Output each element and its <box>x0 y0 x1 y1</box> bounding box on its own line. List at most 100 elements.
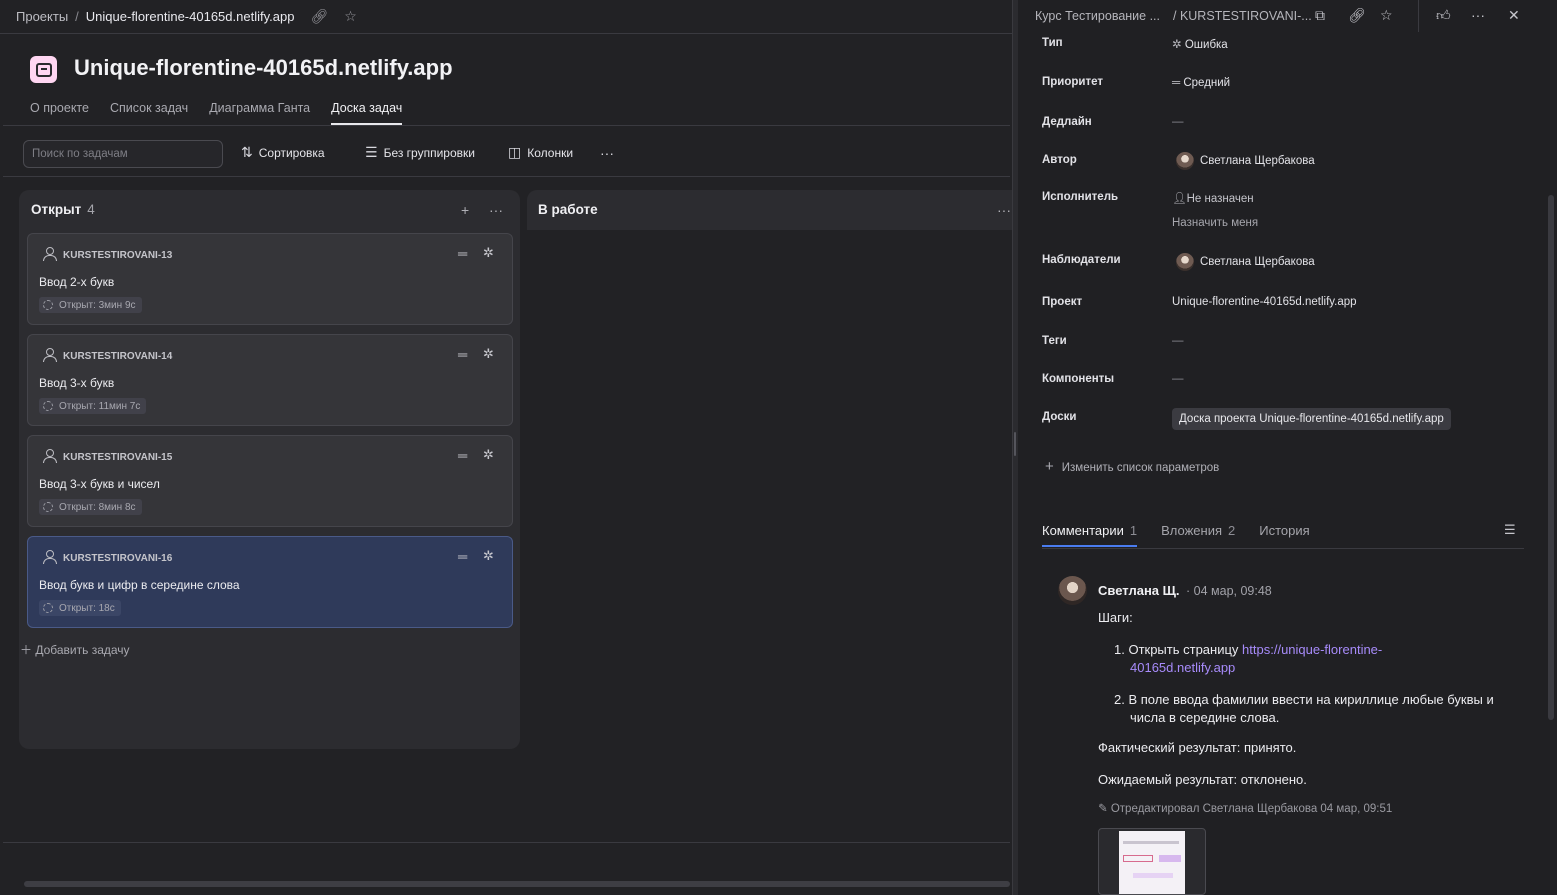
project-board-pane: Проекты / Unique-florentine-40165d.netli… <box>0 0 1012 895</box>
tab-history-label: История <box>1259 523 1310 538</box>
assign-me-link[interactable]: Назначить меня <box>1172 217 1258 229</box>
prop-project-value[interactable]: Unique-florentine-40165d.netlify.app <box>1172 296 1357 308</box>
prop-followers-value[interactable]: Светлана Щербакова <box>1176 253 1315 271</box>
tab-attachments[interactable]: Вложения 2 <box>1161 523 1235 547</box>
task-title: Ввод 3-х букв <box>39 376 115 390</box>
divider <box>1418 0 1419 32</box>
prop-components-value[interactable]: — <box>1172 373 1184 385</box>
task-card[interactable]: KURSTESTIROVANI-13 ═ ✲ Ввод 2-х букв Отк… <box>27 233 513 325</box>
step1-link-part-b: 40165d.netlify.app <box>1130 660 1236 675</box>
task-card-selected[interactable]: KURSTESTIROVANI-16 ═ ✲ Ввод букв и цифр … <box>27 536 513 628</box>
close-icon[interactable]: ✕ <box>1508 7 1520 24</box>
tab-comments-count: 1 <box>1129 523 1138 538</box>
prop-author-value[interactable]: Светлана Щербакова <box>1176 152 1315 170</box>
vertical-scrollbar[interactable] <box>1548 195 1554 720</box>
resize-grip[interactable] <box>1014 432 1016 456</box>
task-key[interactable]: KURSTESTIROVANI-16 <box>63 553 172 564</box>
tab-board[interactable]: Доска задач <box>331 101 403 125</box>
star-icon[interactable]: ☆ <box>344 8 357 25</box>
status-open-icon <box>43 300 53 310</box>
project-tabs: О проекте Список задач Диаграмма Ганта Д… <box>30 101 403 125</box>
prop-priority-value[interactable]: ═ Средний <box>1172 77 1230 89</box>
issue-panel: Курс Тестирование ... / KURSTESTIROVANI-… <box>1018 0 1557 895</box>
task-title: Ввод 3-х букв и чисел <box>39 477 160 491</box>
add-task-label: Добавить задачу <box>35 643 130 657</box>
priority-medium-icon: ═ <box>458 347 468 362</box>
more-icon[interactable]: ··· <box>489 202 503 218</box>
add-task-button[interactable]: ＋ Добавить задачу <box>20 641 130 658</box>
status-badge: Открыт: 11мин 7с <box>39 398 147 414</box>
horizontal-scrollbar[interactable] <box>24 881 1010 887</box>
sort-icon: ⇅ <box>241 144 253 160</box>
task-key[interactable]: KURSTESTIROVANI-15 <box>63 452 172 463</box>
tab-about[interactable]: О проекте <box>30 101 89 125</box>
user-icon <box>42 348 57 362</box>
avatar <box>1176 253 1194 271</box>
issue-tabs: Комментарии 1 Вложения 2 История <box>1042 523 1310 547</box>
status-badge: Открыт: 3мин 9с <box>39 297 142 313</box>
more-button[interactable]: ··· <box>600 145 614 161</box>
thumbs-up-icon[interactable]: 👍︎ <box>1436 7 1451 24</box>
task-key[interactable]: KURSTESTIROVANI-13 <box>63 250 172 261</box>
sort-order-icon[interactable]: ☰ <box>1504 522 1516 538</box>
sort-button[interactable]: ⇅ Сортировка <box>241 144 325 161</box>
prop-assignee-value[interactable]: 👤︎Не назначен <box>1172 191 1254 205</box>
tab-gantt[interactable]: Диаграмма Ганта <box>209 101 310 125</box>
column-title: Открыт 4 <box>31 202 95 217</box>
prop-author-label: Автор <box>1042 154 1077 166</box>
columns-button[interactable]: ◫ Колонки <box>508 144 573 161</box>
prop-deadline-value[interactable]: — <box>1172 116 1184 128</box>
grouping-button[interactable]: ☰ Без группировки <box>365 144 475 161</box>
divider <box>3 176 1010 177</box>
task-card[interactable]: KURSTESTIROVANI-15 ═ ✲ Ввод 3-х букв и ч… <box>27 435 513 527</box>
issue-key-link[interactable]: / KURSTESTIROVANI-... <box>1173 9 1312 23</box>
comment-step-1: 1. Открыть страницу https://unique-flore… <box>1114 641 1514 677</box>
star-icon[interactable]: ☆ <box>1380 7 1393 24</box>
change-params-button[interactable]: + Изменить список параметров <box>1045 458 1219 475</box>
status-open-icon <box>43 401 53 411</box>
more-icon[interactable]: ··· <box>1471 7 1485 23</box>
screenshot-preview <box>1119 831 1185 894</box>
tab-attachments-count: 2 <box>1228 523 1236 538</box>
bug-icon: ✲ <box>1172 39 1185 51</box>
add-icon[interactable]: + <box>461 202 469 218</box>
prop-priority-label: Приоритет <box>1042 76 1103 88</box>
assignee-value: Не назначен <box>1186 193 1254 205</box>
tab-comments[interactable]: Комментарии 1 <box>1042 523 1138 547</box>
link-icon[interactable]: 🔗︎ <box>1348 7 1366 24</box>
plus-icon: + <box>1045 458 1054 475</box>
comment-edited: ✎ Отредактировал Светлана Щербакова 04 м… <box>1098 801 1392 815</box>
avatar[interactable] <box>1058 576 1087 605</box>
breadcrumb: Проекты / Unique-florentine-40165d.netli… <box>0 0 1012 32</box>
plus-icon: ＋ <box>20 643 36 657</box>
prop-assignee-label: Исполнитель <box>1042 191 1119 203</box>
board-chip[interactable]: Доска проекта Unique-florentine-40165d.n… <box>1172 408 1451 430</box>
search-input[interactable]: Поиск по задачам <box>23 140 223 168</box>
user-icon <box>42 247 57 261</box>
task-key[interactable]: KURSTESTIROVANI-14 <box>63 351 172 362</box>
tab-history[interactable]: История <box>1259 523 1309 547</box>
breadcrumb-current[interactable]: Unique-florentine-40165d.netlify.app <box>86 9 295 24</box>
more-icon[interactable]: ··· <box>997 202 1011 218</box>
comment-author[interactable]: Светлана Щ. <box>1098 583 1180 598</box>
prop-tags-value[interactable]: — <box>1172 335 1184 347</box>
prop-boards-label: Доски <box>1042 411 1077 423</box>
task-card[interactable]: KURSTESTIROVANI-14 ═ ✲ Ввод 3-х букв Отк… <box>27 334 513 426</box>
bug-icon: ✲ <box>483 548 494 563</box>
link-icon[interactable]: 🔗︎ <box>310 8 328 25</box>
tab-attachments-label: Вложения <box>1161 523 1223 538</box>
status-text: Открыт: 3мин 9с <box>59 299 136 311</box>
more-icon: ··· <box>600 145 614 161</box>
queue-link[interactable]: Курс Тестирование ... <box>1035 9 1160 23</box>
divider <box>1042 548 1524 549</box>
priority-medium-icon: ═ <box>458 549 468 564</box>
page-title: Unique-florentine-40165d.netlify.app <box>74 55 453 80</box>
prop-type-value[interactable]: ✲ Ошибка <box>1172 37 1228 51</box>
attachment-thumbnail[interactable] <box>1098 828 1206 895</box>
status-text: Открыт: 11мин 7с <box>59 400 141 412</box>
copy-icon[interactable]: ⧉ <box>1315 7 1325 24</box>
divider <box>3 842 1010 843</box>
tab-task-list[interactable]: Список задач <box>110 101 188 125</box>
breadcrumb-projects-link[interactable]: Проекты <box>16 9 68 24</box>
divider <box>0 33 1012 34</box>
